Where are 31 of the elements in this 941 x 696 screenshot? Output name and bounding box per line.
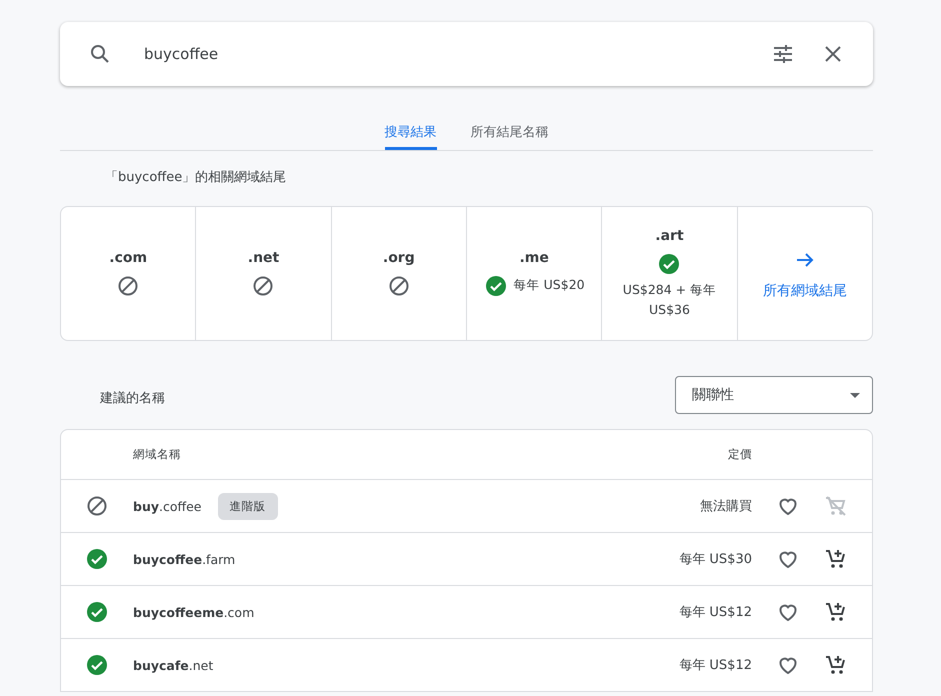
cart-disabled-icon — [824, 494, 848, 518]
tld-price: 每年 US$20 — [514, 277, 585, 294]
domain-name: buycafe.net — [133, 658, 214, 672]
all-tlds-link[interactable]: 所有網域結尾 — [762, 248, 847, 300]
add-to-cart-icon[interactable] — [824, 653, 848, 677]
premium-badge: 進階版 — [218, 492, 278, 520]
column-header: 網域名稱 — [133, 447, 182, 462]
dropdown-caret-icon — [850, 392, 860, 398]
tld-name: .art — [655, 228, 684, 244]
section-heading: 「buycoffee」的相關網域結尾 — [105, 169, 288, 186]
add-to-cart-icon[interactable] — [824, 600, 848, 624]
domain-name: buy.coffee — [133, 498, 202, 514]
price: 每年 US$12 — [678, 657, 752, 674]
tld-name: .me — [519, 250, 549, 266]
tld-name: .com — [109, 250, 148, 266]
column-header: 定價 — [727, 447, 752, 462]
tld-price: US$284 + 每年 US$36 — [622, 280, 718, 318]
tld-name: .org — [382, 250, 415, 266]
filter-icon[interactable] — [771, 42, 795, 66]
domain-name: buycoffeeme.com — [133, 604, 254, 620]
domain-name: buycoffee.farm — [133, 552, 236, 566]
tld-name: .net — [248, 250, 280, 266]
tab[interactable]: 搜尋結果 — [384, 100, 436, 150]
sort-dropdown[interactable]: 關聯性 — [675, 376, 873, 414]
add-to-cart-icon[interactable] — [824, 547, 848, 571]
price: 每年 US$30 — [678, 551, 752, 568]
price: 每年 US$12 — [678, 604, 752, 621]
tab[interactable]: 所有結尾名稱 — [470, 100, 548, 150]
price: 無法購買 — [699, 498, 752, 515]
section-heading: 建議的名稱 — [100, 390, 165, 407]
search-field[interactable]: buycoffee — [142, 44, 546, 64]
